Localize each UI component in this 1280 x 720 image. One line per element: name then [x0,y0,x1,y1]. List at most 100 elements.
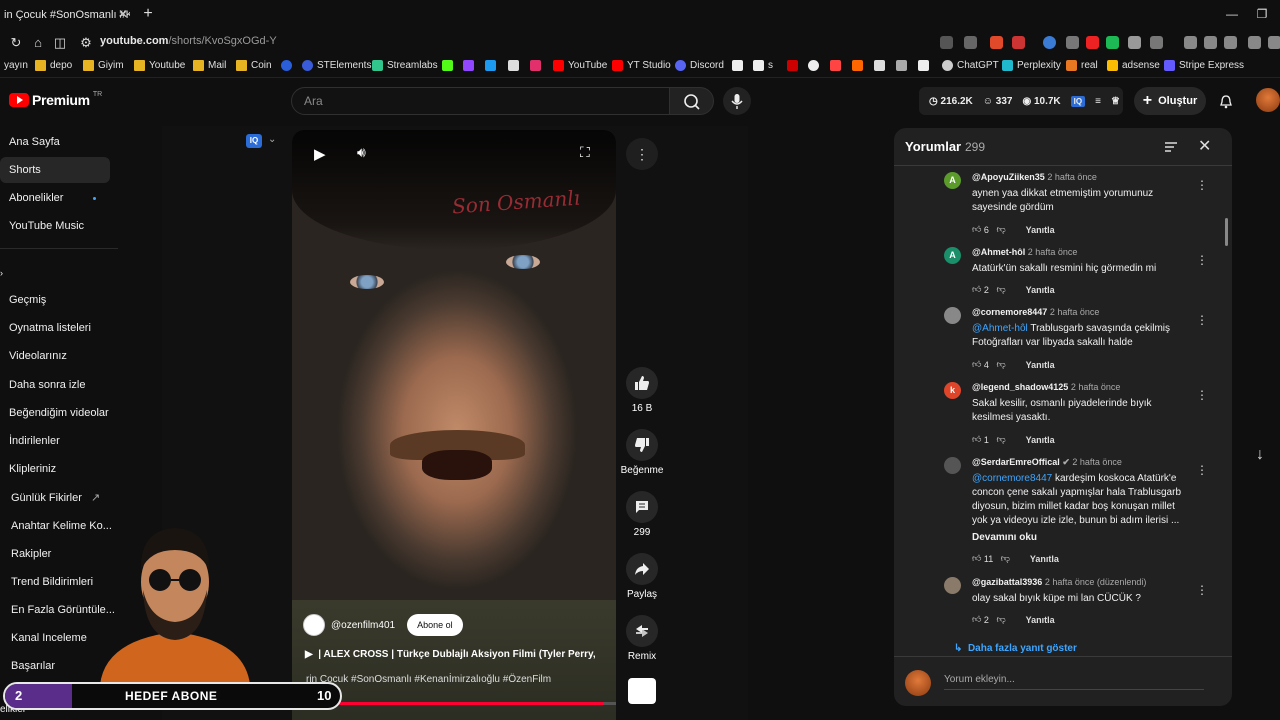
bookmark-item[interactable] [281,60,292,71]
reply-button[interactable]: Yanıtla [1026,435,1055,445]
reload-icon[interactable]: ↻ [8,35,24,51]
comment-menu-icon[interactable]: ⋮ [1196,463,1208,477]
notifications-bell-icon[interactable] [1218,94,1234,110]
thumbs-down-icon[interactable]: 👎︎ [996,614,1005,625]
browser-tab[interactable]: in Çocuk #SonOsmanlı #Ken [0,0,130,30]
sidebar-item-keyword-tool[interactable]: Anahtar Kelime Ko... [0,513,112,539]
you-chevron-icon[interactable]: › [0,260,20,286]
sort-icon[interactable] [1164,140,1178,154]
show-more-replies-button[interactable]: ↳ Daha fazla yanıt göster [954,643,1077,654]
bookmark-item[interactable]: STElements [302,60,371,71]
commenter-avatar[interactable]: k [944,382,961,399]
share-action[interactable]: Paylaş [626,553,658,600]
sidebar-item-liked-videos[interactable]: Beğendiğim videolar [0,400,110,426]
wallet-icon[interactable] [1224,36,1237,49]
sidebar-item-competitors[interactable]: Rakipler [0,541,110,567]
thumbs-up-icon[interactable]: 👍︎ [972,284,981,295]
brave-shield-icon[interactable] [990,36,1003,49]
video-title[interactable]: ▶ | ALEX CROSS | Türkçe Dublajlı Aksiyon… [305,649,596,660]
sidebar-item-your-videos[interactable]: Videolarınız [0,343,110,369]
bookmark-item[interactable] [808,60,819,71]
play-icon[interactable]: ▶ [314,145,326,163]
reply-button[interactable]: Yanıtla [1026,285,1055,295]
thumbs-down-icon[interactable]: 👎︎ [996,284,1005,295]
sidebar-item-achievements[interactable]: Başarılar [0,653,110,679]
sidebar-item-shorts[interactable]: Shorts [0,157,110,183]
subscribe-button[interactable]: Abone ol [407,614,463,636]
bookmark-item[interactable]: adsense [1107,60,1160,71]
youtube-logo[interactable]: Premium TR [9,91,102,108]
sidebar-item-daily-ideas[interactable]: Günlük Fikirler ↗ [0,485,110,511]
bookmark-item[interactable]: Perplexity [1002,60,1061,71]
maximize-icon[interactable]: ❐ [1254,6,1270,22]
reply-button[interactable]: Yanıtla [1026,360,1055,370]
bookmark-item[interactable] [830,60,841,71]
voice-search-button[interactable] [723,87,751,115]
extension-icon[interactable] [1086,36,1099,49]
read-more-link[interactable]: Devamını oku [972,531,1187,545]
sidebar-item-most-viewed[interactable]: En Fazla Görüntüle... [0,597,115,623]
bookmark-item[interactable]: Stripe Express [1164,60,1244,71]
extension-icon[interactable] [1106,36,1119,49]
reply-button[interactable]: Yanıtla [1026,225,1055,235]
video-progress-bar[interactable] [292,702,616,705]
thumbs-up-icon[interactable]: 👍︎ [972,359,981,370]
extension-icon[interactable] [1066,36,1079,49]
bookmark-folder[interactable]: Mail [193,60,226,71]
remix-button[interactable] [626,615,658,647]
bookmark-item[interactable] [732,60,743,71]
reply-button[interactable]: Yanıtla [1030,554,1059,564]
thumbs-up-icon[interactable]: 👍︎ [972,434,981,445]
comment-menu-icon[interactable]: ⋮ [1196,583,1208,597]
sidebar-item-playlists[interactable]: Oynatma listeleri [0,315,110,341]
site-info-icon[interactable]: ⚙ [78,35,94,51]
channel-stats-widget[interactable]: ◷ 216.2K ☺ 337 ◉ 10.7K IQ ≡ ♕ [919,87,1123,115]
thumbs-up-icon[interactable]: 👍︎ [972,224,981,235]
bookmark-item[interactable] [508,60,519,71]
vpn-icon[interactable] [1248,36,1261,49]
extension-icon[interactable] [1150,36,1163,49]
cast-icon[interactable] [940,36,953,49]
thumbs-down-icon[interactable]: 👎︎ [996,224,1005,235]
sidebar-item-watch-later[interactable]: Daha sonra izle [0,372,110,398]
sidebar-item-home[interactable]: Ana Sayfa [0,129,110,155]
thumbs-down-icon[interactable]: 👎︎ [996,359,1005,370]
thumbs-down-icon[interactable]: 👎︎ [996,434,1005,445]
comment-mention[interactable]: @cornemore8447 [972,473,1052,484]
rewards-icon[interactable] [1012,36,1025,49]
bookmark-folder[interactable]: Coin [236,60,272,71]
bookmark-item[interactable] [485,60,496,71]
minimize-icon[interactable]: — [1224,6,1240,22]
comment-menu-icon[interactable]: ⋮ [1196,388,1208,402]
bookmark-item[interactable] [787,60,798,71]
video-hashtags[interactable]: rin Çocuk #SonOsmanlı #Kenanİmirzalıoğlu… [306,674,551,685]
bookmark-item[interactable] [442,60,453,71]
bookmark-item[interactable] [896,60,907,71]
comment-author[interactable]: @SerdarEmreOffical ✔ 2 hafta önce [972,457,1122,468]
tab-close-icon[interactable]: ✕ [116,7,130,21]
reply-button[interactable]: Yanıtla [1026,615,1055,625]
commenter-avatar[interactable] [944,307,961,324]
bookmark-item[interactable] [530,60,541,71]
account-avatar[interactable] [1256,88,1280,112]
home-icon[interactable]: ⌂ [30,35,46,51]
video-more-options-icon[interactable]: ⋮ [626,138,658,170]
share-button[interactable] [626,553,658,585]
volume-icon[interactable]: 🔊︎ [357,144,366,161]
sidebar-item-subscriptions[interactable]: Abonelikler [0,185,110,211]
bookmark-folder[interactable]: Giyim [83,60,124,71]
new-tab-icon[interactable]: + [140,6,156,22]
bookmark-item[interactable] [463,60,474,71]
comments-scrollbar[interactable] [1225,218,1228,246]
comment-author[interactable]: @Ahmet-hôl 2 hafta önce [972,247,1077,257]
music-icon[interactable] [1184,36,1197,49]
bookmark-item[interactable] [918,60,929,71]
sidebar-item-trend-alerts[interactable]: Trend Bildirimleri [0,569,110,595]
shield-icon[interactable] [1268,36,1280,49]
sidebar-item-downloads[interactable]: İndirilenler [0,428,110,454]
comment-menu-icon[interactable]: ⋮ [1196,253,1208,267]
bookmark-folder[interactable]: Youtube [134,60,185,71]
comment-menu-icon[interactable]: ⋮ [1196,313,1208,327]
puzzle-icon[interactable] [1128,36,1141,49]
vidiq-badge-icon[interactable]: IQ [246,134,262,148]
